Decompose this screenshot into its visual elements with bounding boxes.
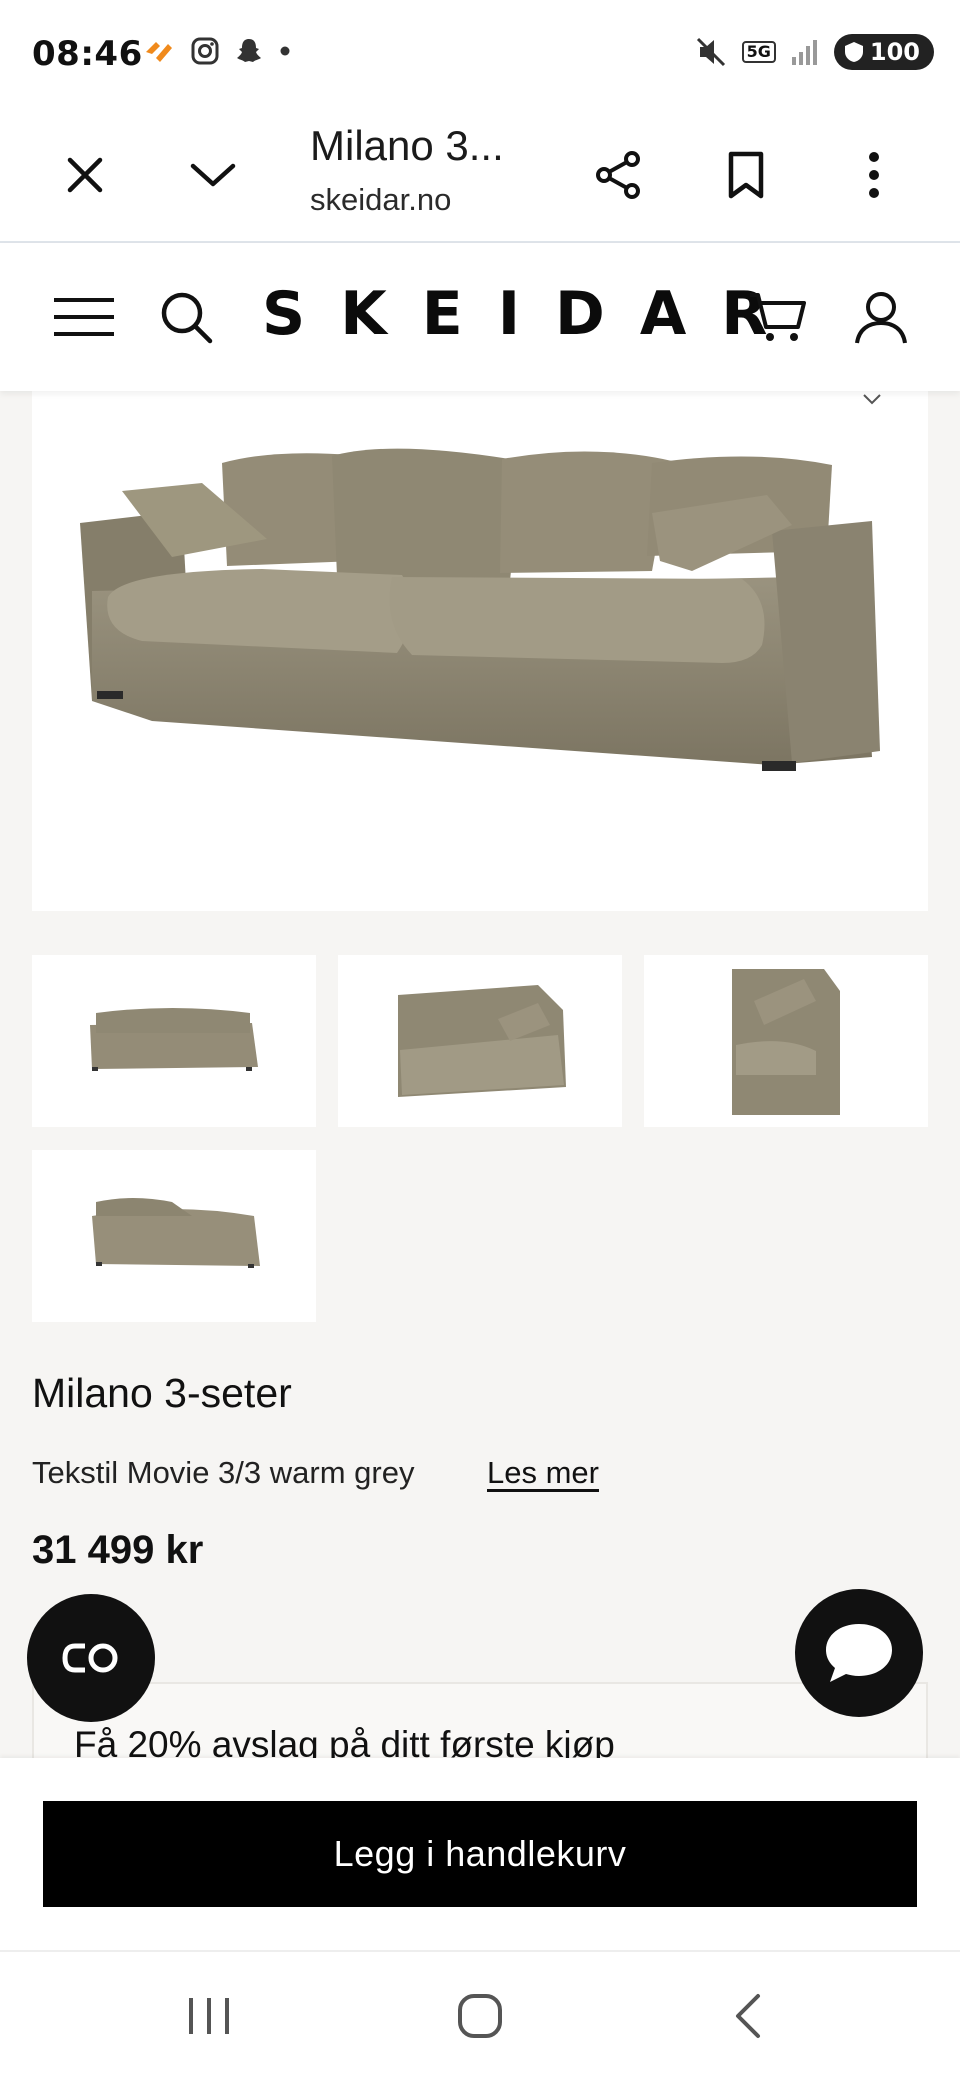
user-icon: [855, 292, 907, 344]
promo-banner[interactable]: Få 20% avslag på ditt første kjøp: [32, 1682, 928, 1762]
search-button[interactable]: [150, 281, 222, 353]
site-logo[interactable]: SKEIDAR: [262, 279, 802, 349]
add-to-cart-bar: Legg i handlekurv: [0, 1758, 960, 1950]
sofa-back-thumbnail: [92, 1198, 260, 1268]
instagram-icon: [191, 37, 219, 65]
menu-icon: [54, 298, 114, 336]
chat-bubble-icon: [826, 1624, 892, 1682]
promo-text: Få 20% avslag på ditt første kjøp: [74, 1724, 615, 1762]
cart-icon: [750, 293, 806, 341]
menu-button[interactable]: [48, 281, 120, 353]
network-type: 5G: [741, 41, 776, 63]
mute-icon: [696, 37, 725, 67]
more-vertical-icon: [869, 152, 879, 198]
cart-button[interactable]: [742, 281, 814, 353]
thumbnail-1[interactable]: [32, 955, 316, 1127]
thumbnail-4[interactable]: [32, 1150, 316, 1322]
close-button[interactable]: [49, 139, 121, 211]
battery-indicator: 100: [833, 34, 934, 70]
status-time: 08:46: [32, 34, 143, 74]
share-button[interactable]: [582, 139, 654, 211]
search-icon: [161, 292, 213, 344]
snapchat-icon: [237, 39, 261, 62]
system-icons: 5G 100: [694, 34, 934, 70]
sofa-angle-thumbnail: [398, 985, 566, 1097]
product-main-image[interactable]: [32, 391, 928, 911]
product-variant: Tekstil Movie 3/3 warm grey: [32, 1455, 415, 1490]
cookie-consent-icon: [62, 1643, 118, 1673]
dot-icon: [280, 46, 290, 56]
account-button[interactable]: [845, 281, 917, 353]
signal-icon: [791, 40, 817, 65]
page-title: Milano 3...: [310, 122, 504, 169]
page-url[interactable]: skeidar.no: [310, 182, 451, 218]
product-name: Milano 3-seter: [32, 1370, 292, 1416]
system-nav-bar: [0, 1950, 960, 2080]
sofa-image: [80, 394, 881, 771]
app-notification-icon: [146, 42, 172, 62]
sofa-front-thumbnail: [90, 1008, 258, 1071]
read-more-link[interactable]: Les mer: [487, 1455, 599, 1491]
browser-toolbar: Milano 3... skeidar.no: [0, 108, 960, 243]
notification-icons: [142, 36, 292, 66]
sofa-side-thumbnail: [732, 969, 840, 1115]
cookie-consent-button[interactable]: [27, 1594, 155, 1722]
chat-button[interactable]: [795, 1589, 923, 1717]
bookmark-icon: [728, 151, 764, 199]
share-icon: [596, 151, 640, 199]
battery-level: 100: [869, 38, 920, 66]
add-to-cart-button[interactable]: Legg i handlekurv: [43, 1801, 917, 1907]
bookmark-button[interactable]: [710, 139, 782, 211]
close-icon: [67, 157, 103, 193]
shield-icon: [844, 42, 863, 62]
chevron-down-icon: [190, 163, 236, 187]
back-icon[interactable]: [730, 1992, 764, 2040]
site-header: SKEIDAR: [0, 243, 960, 391]
status-bar: 08:46 5G 100: [0, 0, 960, 108]
home-icon[interactable]: [456, 1992, 504, 2040]
product-price: 31 499 kr: [32, 1528, 204, 1572]
recent-apps-icon[interactable]: [186, 1994, 232, 2038]
thumbnail-3[interactable]: [644, 955, 928, 1127]
more-options-button[interactable]: [838, 139, 910, 211]
minimize-button[interactable]: [177, 139, 249, 211]
thumbnail-2[interactable]: [338, 955, 622, 1127]
favorite-heart-icon[interactable]: [863, 394, 881, 405]
